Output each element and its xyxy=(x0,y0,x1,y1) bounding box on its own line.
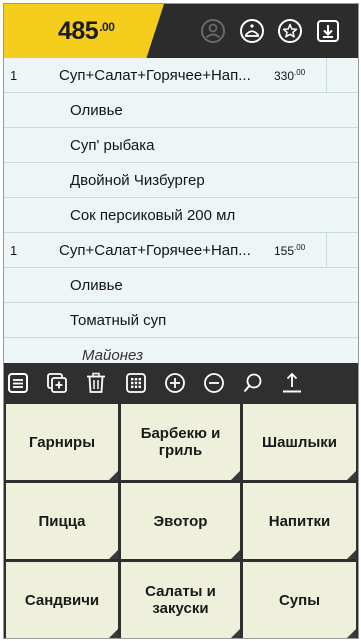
trash-icon[interactable] xyxy=(84,371,108,395)
order-sub-item-row[interactable]: Томатный суп xyxy=(4,303,358,338)
order-total: 485.00 xyxy=(58,16,115,46)
keypad-icon[interactable] xyxy=(124,371,148,395)
category-grid: Гарниры Барбекю и гриль Шашлыки Пицца Эв… xyxy=(4,402,358,638)
order-total-main: 485 xyxy=(58,16,99,45)
category-button[interactable]: Барбекю и гриль xyxy=(121,404,240,480)
column-divider xyxy=(326,233,327,267)
star-icon[interactable] xyxy=(276,17,304,45)
item-price-main: 330 xyxy=(274,68,295,83)
item-name: Суп+Салат+Горячее+Нап... xyxy=(59,241,251,259)
category-label: Гарниры xyxy=(28,433,96,451)
item-price: 155.00 xyxy=(274,243,305,258)
item-price: 330.00 xyxy=(274,68,305,83)
category-label: Пицца xyxy=(38,512,86,530)
order-modifier-row[interactable]: Майонез xyxy=(4,338,358,364)
sub-item-name: Томатный суп xyxy=(70,311,167,329)
list-icon[interactable] xyxy=(6,371,30,395)
sub-item-name: Двойной Чизбургер xyxy=(70,171,205,189)
category-label: Салаты и закуски xyxy=(145,583,216,617)
user-icon[interactable] xyxy=(199,17,227,45)
order-sub-item-row[interactable]: Суп' рыбака xyxy=(4,128,358,163)
category-button[interactable]: Сандвичи xyxy=(6,562,118,638)
category-label: Барбекю и гриль xyxy=(140,425,221,459)
minus-icon[interactable] xyxy=(202,371,226,395)
column-divider xyxy=(326,58,327,92)
plus-icon[interactable] xyxy=(163,371,187,395)
category-button[interactable]: Шашлыки xyxy=(243,404,356,480)
category-button[interactable]: Салаты и закуски xyxy=(121,562,240,638)
item-name: Суп+Салат+Горячее+Нап... xyxy=(59,66,251,84)
item-price-cents: .00 xyxy=(294,67,306,77)
category-button[interactable]: Супы xyxy=(243,562,356,638)
category-label: Супы xyxy=(278,591,321,609)
search-icon[interactable] xyxy=(241,371,265,395)
action-toolbar xyxy=(4,363,358,402)
category-label: Шашлыки xyxy=(262,433,337,451)
upload-icon[interactable] xyxy=(280,371,304,395)
order-total-cents: .00 xyxy=(99,19,115,34)
add-copy-icon[interactable] xyxy=(45,371,69,395)
item-quantity: 1 xyxy=(10,67,18,83)
order-list[interactable]: 1 Суп+Салат+Горячее+Нап... 330.00 Оливье… xyxy=(4,58,358,363)
category-label: Напитки xyxy=(268,512,331,530)
category-label: Сандвичи xyxy=(24,591,100,609)
item-price-cents: .00 xyxy=(294,242,306,252)
order-sub-item-row[interactable]: Сок персиковый 200 мл xyxy=(4,198,358,233)
category-button[interactable]: Эвотор xyxy=(121,483,240,559)
sub-item-name: Сок персиковый 200 мл xyxy=(70,206,236,224)
order-item-row[interactable]: 1 Суп+Салат+Горячее+Нап... 155.00 xyxy=(4,233,358,268)
item-quantity: 1 xyxy=(10,242,18,258)
category-button[interactable]: Гарниры xyxy=(6,404,118,480)
category-label: Эвотор xyxy=(153,512,208,530)
waiter-icon[interactable] xyxy=(238,17,266,45)
modifier-name: Майонез xyxy=(82,346,144,364)
order-sub-item-row[interactable]: Двойной Чизбургер xyxy=(4,163,358,198)
category-button[interactable]: Напитки xyxy=(243,483,356,559)
download-icon[interactable] xyxy=(314,17,342,45)
sub-item-name: Оливье xyxy=(70,276,123,294)
header-bar: 485.00 xyxy=(4,4,358,58)
order-item-row[interactable]: 1 Суп+Салат+Горячее+Нап... 330.00 xyxy=(4,58,358,93)
category-button[interactable]: Пицца xyxy=(6,483,118,559)
sub-item-name: Суп' рыбака xyxy=(70,136,155,154)
item-price-main: 155 xyxy=(274,243,295,258)
order-sub-item-row[interactable]: Оливье xyxy=(4,93,358,128)
pos-screen: 485.00 1 Суп+Салат+Горячее+Нап... 330.00 xyxy=(3,3,359,639)
order-sub-item-row[interactable]: Оливье xyxy=(4,268,358,303)
sub-item-name: Оливье xyxy=(70,101,123,119)
header-actions xyxy=(182,4,358,58)
